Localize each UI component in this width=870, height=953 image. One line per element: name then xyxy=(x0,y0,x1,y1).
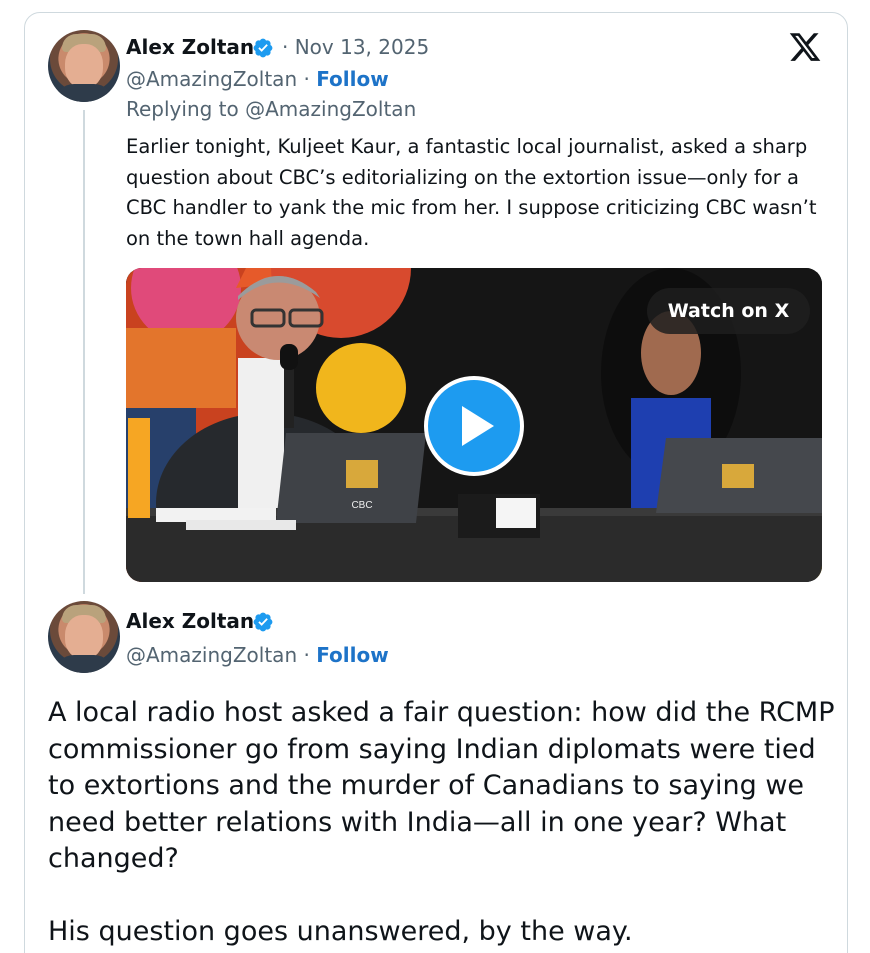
follow-link-2[interactable]: Follow xyxy=(316,643,389,667)
video-thumbnail[interactable]: CBC Watch on X xyxy=(126,268,822,582)
follow-separator-2: · xyxy=(303,643,310,667)
tweet-paragraph-2: His question goes unanswered, by the way… xyxy=(48,915,633,947)
author-handle-2[interactable]: @AmazingZoltan xyxy=(126,643,297,667)
follow-link[interactable]: Follow xyxy=(316,67,389,91)
author-avatar-2[interactable] xyxy=(48,601,120,673)
verified-badge-icon xyxy=(253,38,273,58)
replying-to-label: Replying to xyxy=(126,97,239,121)
play-icon xyxy=(462,406,494,446)
author-name-2[interactable]: Alex Zoltan xyxy=(126,609,254,633)
laptop-logo-text: CBC xyxy=(351,500,372,511)
tweet-date[interactable]: Nov 13, 2025 xyxy=(295,35,429,59)
play-button[interactable] xyxy=(424,376,524,476)
verified-badge-icon xyxy=(253,612,273,632)
tweet-text: Earlier tonight, Kuljeet Kaur, a fantast… xyxy=(126,135,817,250)
follow-separator: · xyxy=(303,67,310,91)
author-name[interactable]: Alex Zoltan xyxy=(126,35,254,59)
author-handle[interactable]: @AmazingZoltan xyxy=(126,67,297,91)
thread-connector-line xyxy=(83,110,85,594)
tweet-text-2: A local radio host asked a fair question… xyxy=(48,695,838,950)
date-separator: · xyxy=(282,35,289,59)
x-logo-icon[interactable] xyxy=(788,30,822,64)
author-avatar[interactable] xyxy=(48,30,120,102)
replying-to-handle[interactable]: @AmazingZoltan xyxy=(245,97,416,121)
tweet-paragraph-1: A local radio host asked a fair question… xyxy=(48,697,835,874)
watch-on-x-button[interactable]: Watch on X xyxy=(647,288,810,334)
